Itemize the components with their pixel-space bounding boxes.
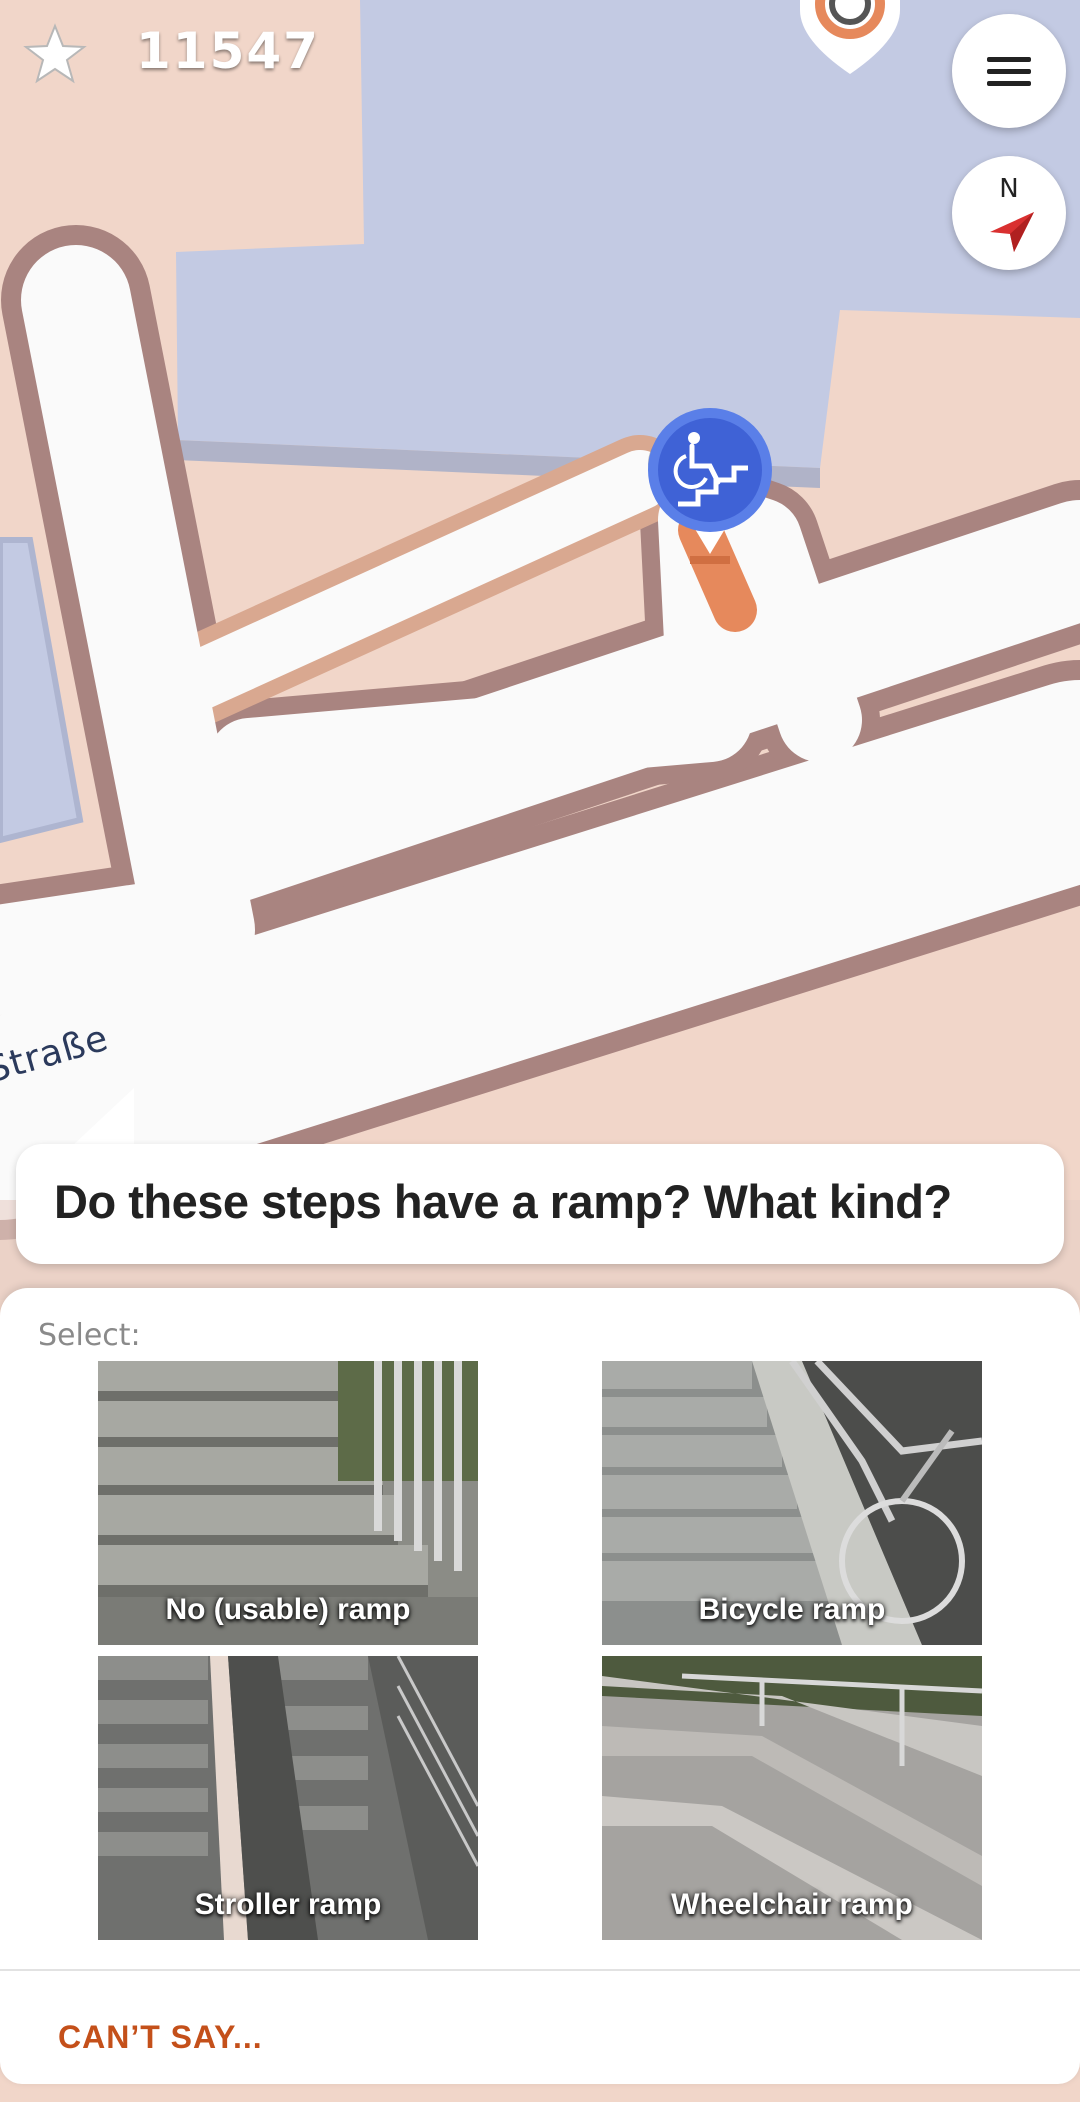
- option-label: Stroller ramp: [194, 1888, 382, 1921]
- star-score[interactable]: 11547: [136, 22, 320, 80]
- option-bicycle-ramp[interactable]: Bicycle ramp: [602, 1361, 982, 1645]
- sheet-divider: [0, 1969, 1080, 1971]
- quest-question: Do these steps have a ramp? What kind?: [54, 1175, 952, 1228]
- option-label: No (usable) ramp: [165, 1593, 411, 1626]
- option-no-ramp[interactable]: No (usable) ramp: [98, 1361, 478, 1645]
- bubble-tail: [70, 1088, 134, 1148]
- wheelchair-steps-icon[interactable]: [640, 404, 780, 564]
- menu-button[interactable]: [952, 14, 1066, 128]
- option-stroller-ramp[interactable]: Stroller ramp: [98, 1656, 478, 1940]
- star-icon[interactable]: [22, 22, 88, 88]
- select-label: Select:: [38, 1318, 141, 1353]
- cant-say-button[interactable]: CAN’T SAY...: [58, 2019, 263, 2056]
- option-wheelchair-ramp[interactable]: Wheelchair ramp: [602, 1656, 982, 1940]
- quest-bubble: Do these steps have a ramp? What kind?: [16, 1144, 1064, 1264]
- option-label: Bicycle ramp: [698, 1593, 886, 1626]
- compass-button[interactable]: N: [952, 156, 1066, 270]
- compass-north-label: N: [999, 174, 1019, 204]
- option-label: Wheelchair ramp: [671, 1888, 913, 1921]
- compass-arrow-icon: [990, 212, 1034, 252]
- answer-sheet: Select: No (usable) ramp Bicycle ramp St…: [0, 1288, 1080, 2084]
